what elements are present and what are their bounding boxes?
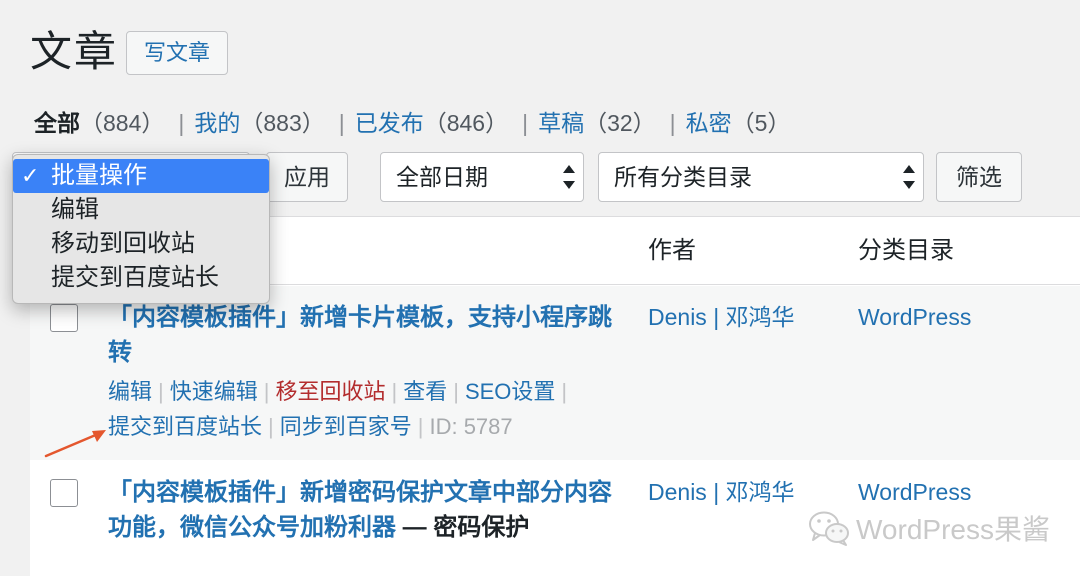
trash-link[interactable]: 移至回收站 (275, 379, 385, 404)
view-drafts[interactable]: 草稿 （32） | (538, 106, 686, 140)
annotation-arrow-icon (44, 430, 106, 458)
action-separator: | (453, 379, 459, 404)
view-all-label: 全部 (34, 110, 80, 136)
sync-to-baijiahao-link[interactable]: 同步到百家号 (280, 414, 412, 439)
watermark-text: WordPress果酱 (856, 514, 1050, 545)
view-drafts-label: 草稿 (538, 110, 585, 136)
wechat-icon (809, 511, 849, 546)
post-author-link[interactable]: Denis | 邓鸿华 (648, 300, 795, 334)
view-separator: | (669, 110, 676, 136)
view-private-count: （5） (731, 110, 791, 136)
post-title: 「内容模板插件」新增密码保护文章中部分内容功能，微信公众号加粉利器 — 密码保护 (108, 475, 623, 545)
action-separator: | (158, 379, 164, 404)
action-separator: | (268, 414, 274, 439)
post-title-link[interactable]: 「内容模板插件」新增密码保护文章中部分内容功能，微信公众号加粉利器 (108, 479, 612, 541)
seo-settings-link[interactable]: SEO设置 (465, 379, 555, 404)
filter-button[interactable]: 筛选 (936, 152, 1022, 202)
view-separator: | (178, 110, 185, 136)
view-link[interactable]: 查看 (403, 379, 447, 404)
view-all[interactable]: 全部 （884） | (34, 106, 194, 140)
column-author-header[interactable]: 作者 (648, 234, 696, 268)
action-separator: | (263, 379, 270, 404)
date-filter-value: 全部日期 (396, 164, 488, 190)
post-state: — 密码保护 (396, 514, 530, 541)
post-title-link[interactable]: 「内容模板插件」新增卡片模板，支持小程序跳转 (108, 300, 623, 370)
row-actions: 提交到百度站长 | 同步到百家号 | ID: 5787 (108, 410, 513, 444)
watermark: WordPress果酱 (808, 506, 1050, 550)
category-filter-select[interactable]: 所有分类目录 (598, 152, 924, 202)
select-arrows-icon (903, 165, 915, 189)
checkmark-icon: ✓ (21, 163, 40, 188)
post-status-views: 全部 （884） | 我的 （883） | 已发布 （846） | 草稿 （32… (34, 106, 790, 140)
row-checkbox[interactable] (50, 304, 78, 332)
post-id: ID: 5787 (429, 414, 513, 439)
view-published-label: 已发布 (354, 110, 424, 136)
bulk-option-move-to-trash[interactable]: 移动到回收站 (13, 227, 269, 261)
edit-link[interactable]: 编辑 (108, 379, 152, 404)
row-checkbox[interactable] (50, 479, 78, 507)
view-published-count: （846） (423, 110, 509, 136)
bulk-actions-dropdown: ✓ 批量操作 编辑 移动到回收站 提交到百度站长 (12, 154, 270, 304)
action-separator: | (417, 414, 424, 439)
action-separator: | (391, 379, 398, 404)
bulk-option-bulk-actions[interactable]: ✓ 批量操作 (13, 159, 269, 193)
view-private-label: 私密 (685, 110, 732, 136)
page-title: 文章 (30, 28, 119, 75)
view-drafts-count: （32） (584, 110, 656, 136)
bulk-option-submit-to-baidu[interactable]: 提交到百度站长 (13, 261, 269, 295)
view-mine[interactable]: 我的 （883） | (194, 106, 354, 140)
view-published[interactable]: 已发布 （846） | (355, 106, 538, 140)
view-separator: | (338, 110, 345, 136)
submit-to-baidu-link[interactable]: 提交到百度站长 (108, 414, 262, 439)
post-author-link[interactable]: Denis | 邓鸿华 (648, 475, 795, 509)
view-mine-label: 我的 (194, 110, 241, 136)
category-filter-value: 所有分类目录 (614, 164, 752, 190)
add-new-post-button[interactable]: 写文章 (126, 31, 228, 75)
row-actions: 编辑 | 快速编辑 | 移至回收站 | 查看 | SEO设置 | (108, 375, 573, 409)
quick-edit-link[interactable]: 快速编辑 (170, 379, 258, 404)
select-arrows-icon (563, 165, 575, 189)
apply-button[interactable]: 应用 (266, 152, 348, 202)
action-separator: | (561, 379, 568, 404)
view-separator: | (522, 110, 529, 136)
date-filter-select[interactable]: 全部日期 (380, 152, 584, 202)
bulk-option-label: 批量操作 (51, 162, 147, 189)
column-categories-header: 分类目录 (858, 237, 954, 264)
bulk-option-edit[interactable]: 编辑 (13, 193, 269, 227)
post-category-link[interactable]: WordPress (858, 300, 971, 334)
post-category-link[interactable]: WordPress (858, 475, 971, 509)
view-all-count: （884） (80, 110, 165, 136)
view-mine-count: （883） (240, 110, 325, 136)
view-private[interactable]: 私密 （5） (686, 106, 791, 140)
